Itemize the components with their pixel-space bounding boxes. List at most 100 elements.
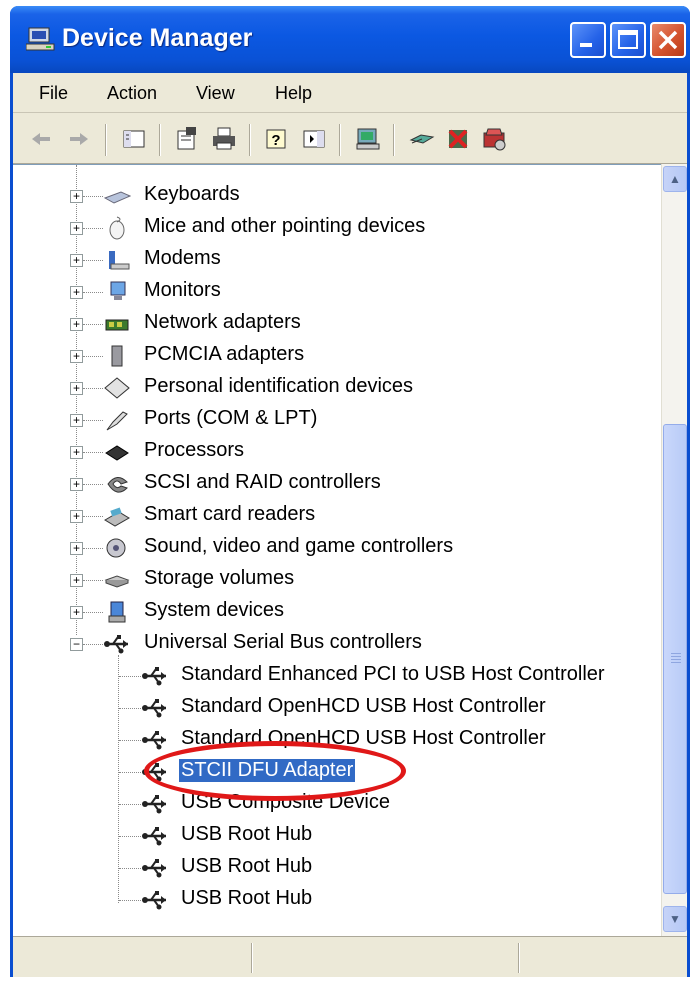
usb-device-icon bbox=[141, 792, 169, 816]
tree-category-label[interactable]: Smart card readers bbox=[144, 503, 315, 526]
keyboard-icon bbox=[103, 184, 132, 208]
uninstall-icon bbox=[448, 129, 468, 149]
menu-help[interactable]: Help bbox=[275, 83, 312, 104]
tree-category-label[interactable]: Personal identification devices bbox=[144, 375, 413, 398]
tree-category-label[interactable]: SCSI and RAID controllers bbox=[144, 471, 381, 494]
expand-toggle[interactable]: + bbox=[70, 350, 83, 363]
usb-device-item[interactable]: Standard OpenHCD USB Host Controller bbox=[13, 693, 653, 723]
collapse-toggle[interactable]: − bbox=[70, 638, 83, 651]
tree-category-keyboards[interactable]: + Keyboards bbox=[13, 181, 653, 211]
usb-icon bbox=[103, 632, 131, 656]
scroll-up-button[interactable]: ▲ bbox=[663, 166, 687, 192]
usb-device-item[interactable]: Standard Enhanced PCI to USB Host Contro… bbox=[13, 661, 653, 691]
tree-category-label[interactable]: Sound, video and game controllers bbox=[144, 535, 453, 558]
tree-category-label[interactable]: Storage volumes bbox=[144, 567, 294, 590]
back-button[interactable] bbox=[27, 124, 57, 154]
vertical-scrollbar[interactable]: ▲ ▼ bbox=[661, 164, 687, 936]
expand-toggle[interactable]: + bbox=[70, 382, 83, 395]
tree-category-label[interactable]: Mice and other pointing devices bbox=[144, 215, 425, 238]
maximize-button[interactable] bbox=[610, 22, 646, 58]
menu-action[interactable]: Action bbox=[107, 83, 157, 104]
tree-category-storage-volumes[interactable]: + Storage volumes bbox=[13, 565, 653, 595]
tree-category-label[interactable]: Network adapters bbox=[144, 311, 301, 334]
system-icon bbox=[103, 600, 131, 624]
print-button[interactable] bbox=[209, 124, 239, 154]
usb-device-item[interactable]: USB Root Hub bbox=[13, 853, 653, 883]
console-tree-icon bbox=[123, 130, 145, 148]
expand-toggle[interactable]: + bbox=[70, 222, 83, 235]
usb-device-icon bbox=[141, 824, 169, 848]
maximize-icon bbox=[618, 30, 638, 49]
device-manager-window: Device Manager File Action View Help ? +… bbox=[10, 6, 690, 977]
scroll-thumb[interactable] bbox=[663, 424, 687, 894]
uninstall-button[interactable] bbox=[443, 124, 473, 154]
usb-device-item[interactable]: USB Root Hub bbox=[13, 885, 653, 915]
storage-icon bbox=[103, 568, 131, 592]
usb-device-icon bbox=[141, 856, 169, 880]
title-bar[interactable]: Device Manager bbox=[10, 6, 690, 73]
usb-device-label[interactable]: Standard OpenHCD USB Host Controller bbox=[181, 695, 546, 718]
help-button[interactable]: ? bbox=[261, 124, 291, 154]
expand-toggle[interactable]: + bbox=[70, 478, 83, 491]
print-icon bbox=[213, 127, 235, 150]
tree-category-modems[interactable]: + Modems bbox=[13, 245, 653, 275]
tree-category-label[interactable]: Keyboards bbox=[144, 183, 240, 206]
device-tree[interactable]: + Keyboards + Mice and other pointing devic… bbox=[13, 164, 661, 936]
minimize-button[interactable] bbox=[570, 22, 606, 58]
expand-toggle[interactable]: + bbox=[70, 510, 83, 523]
show-hide-console-tree-button[interactable] bbox=[119, 124, 149, 154]
mouse-icon bbox=[103, 216, 131, 240]
usb-device-label[interactable]: USB Root Hub bbox=[181, 855, 312, 878]
update-driver-button[interactable] bbox=[407, 124, 437, 154]
disable-button[interactable] bbox=[479, 124, 509, 154]
smart-card-icon bbox=[103, 504, 131, 528]
expand-toggle[interactable]: + bbox=[70, 414, 83, 427]
svg-text:?: ? bbox=[271, 132, 280, 149]
tree-category-smart-card-readers[interactable]: + Smart card readers bbox=[13, 501, 653, 531]
expand-toggle[interactable]: + bbox=[70, 286, 83, 299]
usb-device-label[interactable]: USB Root Hub bbox=[181, 823, 312, 846]
menu-view[interactable]: View bbox=[196, 83, 235, 104]
tree-category-label[interactable]: Universal Serial Bus controllers bbox=[144, 631, 422, 654]
tree-category-network-adapters[interactable]: + Network adapters bbox=[13, 309, 653, 339]
scsi-icon bbox=[103, 472, 131, 496]
tree-category-mice-and-other-pointing-devices[interactable]: + Mice and other pointing devices bbox=[13, 213, 653, 243]
expand-toggle[interactable]: + bbox=[70, 318, 83, 331]
scan-hardware-button[interactable] bbox=[353, 124, 383, 154]
tree-category-scsi-and-raid-controllers[interactable]: + SCSI and RAID controllers bbox=[13, 469, 653, 499]
tree-category-personal-identification-devices[interactable]: + Personal identification devices bbox=[13, 373, 653, 403]
tree-category-label[interactable]: Modems bbox=[144, 247, 221, 270]
usb-device-label[interactable]: USB Root Hub bbox=[181, 887, 312, 910]
scan-hardware-icon bbox=[356, 128, 380, 150]
expand-toggle[interactable]: + bbox=[70, 574, 83, 587]
expand-toggle[interactable]: + bbox=[70, 190, 83, 203]
expand-toggle[interactable]: + bbox=[70, 254, 83, 267]
status-bar bbox=[13, 936, 687, 977]
expand-toggle[interactable]: + bbox=[70, 542, 83, 555]
tree-category-ports-com-lpt[interactable]: + Ports (COM & LPT) bbox=[13, 405, 653, 435]
properties-button[interactable] bbox=[171, 124, 201, 154]
tree-category-universal-serial-bus-controllers[interactable]: − Universal Serial Bus controllers bbox=[13, 629, 653, 659]
usb-device-icon bbox=[141, 696, 169, 720]
forward-button[interactable] bbox=[63, 124, 93, 154]
tree-category-label[interactable]: PCMCIA adapters bbox=[144, 343, 304, 366]
tree-category-processors[interactable]: + Processors bbox=[13, 437, 653, 467]
update-driver-icon bbox=[409, 134, 435, 144]
tree-category-label[interactable]: Monitors bbox=[144, 279, 221, 302]
show-hide-action-pane-button[interactable] bbox=[299, 124, 329, 154]
expand-toggle[interactable]: + bbox=[70, 446, 83, 459]
expand-toggle[interactable]: + bbox=[70, 606, 83, 619]
menu-file[interactable]: File bbox=[39, 83, 68, 104]
close-button[interactable] bbox=[650, 22, 686, 58]
usb-device-item[interactable]: USB Root Hub bbox=[13, 821, 653, 851]
tree-category-label[interactable]: Ports (COM & LPT) bbox=[144, 407, 317, 430]
tree-category-monitors[interactable]: + Monitors bbox=[13, 277, 653, 307]
usb-device-label[interactable]: Standard Enhanced PCI to USB Host Contro… bbox=[181, 663, 605, 686]
chevron-down-icon: ▼ bbox=[669, 912, 681, 926]
tree-category-sound-video-and-game-controllers[interactable]: + Sound, video and game controllers bbox=[13, 533, 653, 563]
scroll-down-button[interactable]: ▼ bbox=[663, 906, 687, 932]
tree-category-label[interactable]: Processors bbox=[144, 439, 244, 462]
tree-category-label[interactable]: System devices bbox=[144, 599, 284, 622]
tree-category-pcmcia-adapters[interactable]: + PCMCIA adapters bbox=[13, 341, 653, 371]
tree-category-system-devices[interactable]: + System devices bbox=[13, 597, 653, 627]
